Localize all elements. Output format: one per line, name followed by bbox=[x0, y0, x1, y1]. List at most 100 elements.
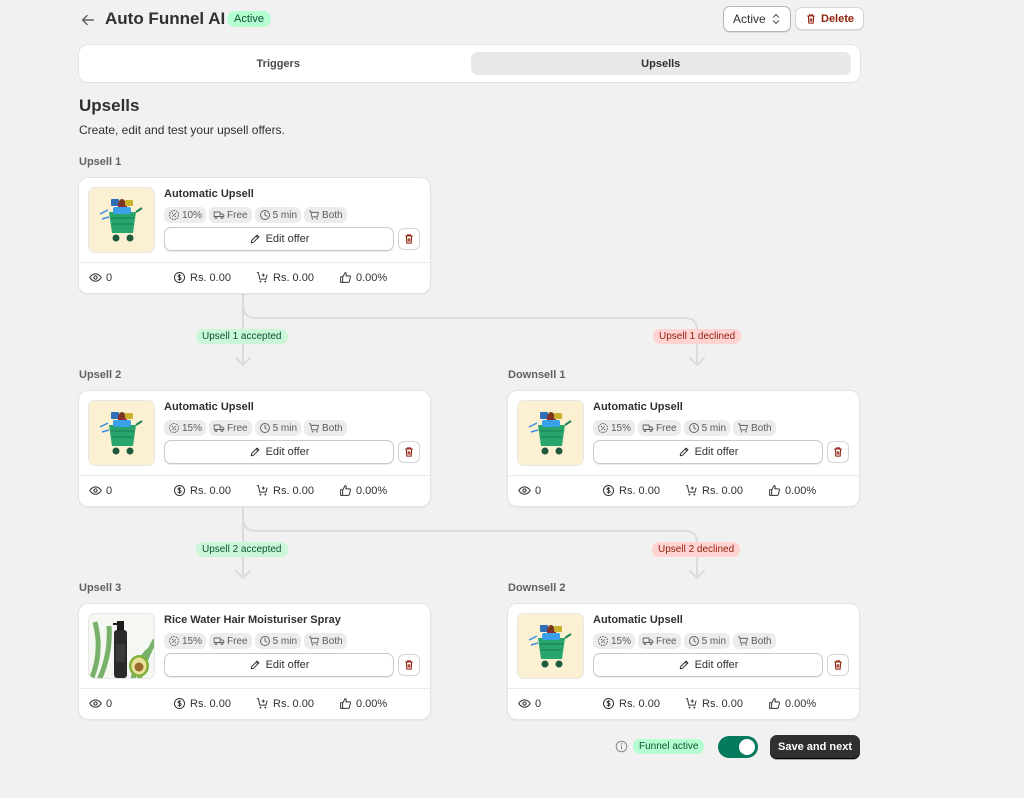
views-stat: 0 bbox=[518, 697, 541, 710]
cart-plus-icon bbox=[256, 272, 268, 283]
section-description: Create, edit and test your upsell offers… bbox=[79, 123, 285, 137]
edit-offer-button[interactable]: Edit offer bbox=[164, 440, 394, 464]
shipping-value: Free bbox=[656, 635, 677, 647]
delete-offer-button[interactable] bbox=[398, 654, 420, 676]
timer-chip: 5 min bbox=[254, 420, 302, 436]
target-value: Both bbox=[751, 635, 772, 647]
delete-offer-button[interactable] bbox=[398, 228, 420, 250]
conversion-value: 0.00% bbox=[356, 484, 388, 497]
edit-offer-label: Edit offer bbox=[694, 659, 739, 671]
target-chip: Both bbox=[304, 207, 347, 223]
eye-icon bbox=[89, 486, 102, 495]
shopping-cart-illustration bbox=[89, 401, 154, 465]
delivery-truck-icon bbox=[213, 637, 225, 646]
edit-offer-button[interactable]: Edit offer bbox=[164, 227, 394, 251]
thumbs-up-icon bbox=[769, 485, 780, 496]
info-icon[interactable] bbox=[615, 740, 628, 753]
delivery-truck-icon bbox=[213, 424, 225, 433]
shipping-chip: Free bbox=[209, 633, 252, 649]
spray-bottle-photo bbox=[89, 614, 154, 678]
edit-offer-button[interactable]: Edit offer bbox=[164, 653, 394, 677]
tab-bar: Triggers Upsells bbox=[79, 45, 860, 82]
downsell2-card: Automatic Upsell 15% Free 5 min Both Edi… bbox=[508, 604, 859, 719]
thumbs-up-icon bbox=[769, 698, 780, 709]
views-stat: 0 bbox=[89, 697, 112, 710]
downsell1-label: Downsell 1 bbox=[508, 369, 566, 381]
upsell3-label: Upsell 3 bbox=[79, 582, 122, 594]
page-title: Auto Funnel AI bbox=[105, 9, 226, 28]
upsell2-accepted-badge: Upsell 2 accepted bbox=[196, 542, 288, 557]
edit-offer-label: Edit offer bbox=[265, 233, 310, 245]
downsell2-label: Downsell 2 bbox=[508, 582, 566, 594]
edit-offer-button[interactable]: Edit offer bbox=[593, 440, 823, 464]
pencil-icon bbox=[250, 447, 259, 457]
back-arrow-icon[interactable] bbox=[79, 11, 97, 29]
delete-button[interactable]: Delete bbox=[795, 7, 865, 30]
shipping-value: Free bbox=[656, 422, 677, 434]
dollar-icon bbox=[602, 484, 615, 497]
delete-offer-button[interactable] bbox=[827, 654, 849, 676]
revenue-stat: Rs. 0.00 bbox=[602, 484, 660, 497]
upsell2-label: Upsell 2 bbox=[79, 369, 122, 381]
offer-name: Automatic Upsell bbox=[164, 401, 254, 413]
trash-icon bbox=[405, 447, 413, 457]
toggle-knob bbox=[739, 739, 755, 755]
clock-icon bbox=[259, 423, 270, 433]
delete-label: Delete bbox=[821, 12, 855, 25]
cart-icon bbox=[738, 636, 748, 646]
shipping-value: Free bbox=[227, 635, 248, 647]
shipping-chip: Free bbox=[638, 420, 681, 436]
shopping-cart-illustration bbox=[89, 188, 154, 252]
offer-name: Automatic Upsell bbox=[593, 401, 683, 413]
shopping-cart-illustration bbox=[518, 614, 583, 678]
pencil-icon bbox=[250, 660, 259, 670]
discount-value: 15% bbox=[611, 422, 632, 434]
discount-chip: 15% bbox=[593, 633, 636, 649]
cart-icon bbox=[738, 423, 748, 433]
funnel-active-toggle[interactable] bbox=[718, 736, 758, 758]
timer-chip: 5 min bbox=[683, 420, 731, 436]
revenue-value: Rs. 0.00 bbox=[190, 271, 231, 284]
views-stat: 0 bbox=[89, 484, 112, 497]
dollar-icon bbox=[602, 697, 615, 710]
conversion-stat: 0.00% bbox=[339, 484, 387, 497]
views-value: 0 bbox=[106, 484, 113, 497]
clock-icon bbox=[259, 210, 270, 220]
discount-icon bbox=[598, 636, 608, 646]
views-value: 0 bbox=[535, 697, 542, 710]
tab-triggers[interactable]: Triggers bbox=[88, 52, 469, 75]
cart-value-stat: Rs. 0.00 bbox=[256, 697, 314, 710]
shopping-cart-illustration bbox=[518, 401, 583, 465]
tab-upsells[interactable]: Upsells bbox=[470, 52, 851, 75]
conversion-stat: 0.00% bbox=[339, 271, 387, 284]
views-stat: 0 bbox=[89, 271, 112, 284]
cart-icon bbox=[309, 423, 319, 433]
shipping-chip: Free bbox=[209, 420, 252, 436]
conversion-value: 0.00% bbox=[785, 484, 817, 497]
section-title: Upsells bbox=[79, 96, 140, 115]
pencil-icon bbox=[679, 447, 688, 457]
delete-offer-button[interactable] bbox=[398, 441, 420, 463]
downsell1-card: Automatic Upsell 15% Free 5 min Both Edi… bbox=[508, 391, 859, 506]
thumbs-up-icon bbox=[340, 272, 351, 283]
save-and-next-button[interactable]: Save and next bbox=[770, 735, 860, 759]
edit-offer-button[interactable]: Edit offer bbox=[593, 653, 823, 677]
shipping-chip: Free bbox=[638, 633, 681, 649]
conversion-stat: 0.00% bbox=[339, 697, 387, 710]
offer-name: Automatic Upsell bbox=[164, 188, 254, 200]
funnel-active-badge: Funnel active bbox=[633, 739, 705, 754]
timer-chip: 5 min bbox=[254, 207, 302, 223]
status-select[interactable]: Active bbox=[723, 6, 791, 32]
conversion-value: 0.00% bbox=[356, 697, 388, 710]
product-thumbnail bbox=[517, 400, 584, 466]
card-divider bbox=[508, 475, 859, 476]
offer-chips: 15% Free 5 min Both bbox=[164, 420, 347, 436]
trash-icon bbox=[834, 660, 842, 670]
discount-chip: 15% bbox=[164, 420, 207, 436]
product-thumbnail bbox=[517, 613, 584, 679]
trash-icon bbox=[405, 234, 413, 244]
status-select-value: Active bbox=[733, 12, 766, 26]
target-chip: Both bbox=[733, 633, 776, 649]
timer-value: 5 min bbox=[701, 422, 727, 434]
delete-offer-button[interactable] bbox=[827, 441, 849, 463]
